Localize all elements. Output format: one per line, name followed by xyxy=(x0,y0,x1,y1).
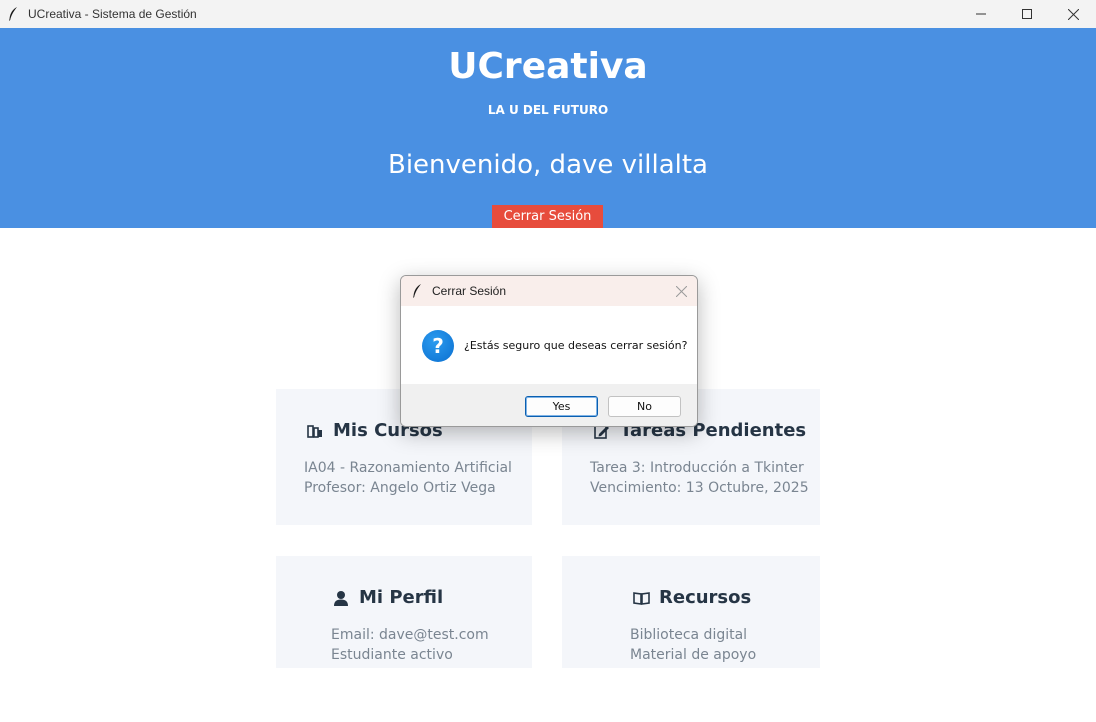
card-line: Tarea 3: Introducción a Tkinter xyxy=(590,460,804,476)
welcome-message: Bienvenido, dave villalta xyxy=(388,150,708,180)
books-icon xyxy=(306,422,324,440)
card-line: Biblioteca digital xyxy=(630,627,748,643)
card-line: Material de apoyo xyxy=(630,647,757,663)
dialog-titlebar: Cerrar Sesión xyxy=(401,276,697,306)
card-line: Vencimiento: 13 Octubre, 2025 xyxy=(590,480,809,496)
maximize-icon xyxy=(1022,9,1032,19)
feather-icon xyxy=(8,7,20,21)
yes-button[interactable]: Yes xyxy=(525,396,598,417)
minimize-button[interactable] xyxy=(958,0,1004,28)
card-title: Recursos xyxy=(632,587,751,608)
card-line: Estudiante activo xyxy=(331,647,453,663)
dialog-footer: Yes No xyxy=(401,384,697,426)
card-title: Mi Perfil xyxy=(332,587,443,608)
card-recursos[interactable]: Recursos Biblioteca digital Material de … xyxy=(562,556,820,668)
dialog-close-button[interactable] xyxy=(673,283,689,299)
card-title-text: Mi Perfil xyxy=(359,587,444,608)
window-controls xyxy=(958,0,1096,28)
feather-icon xyxy=(412,284,424,298)
brand-title: UCreativa xyxy=(448,46,648,87)
window-title: UCreativa - Sistema de Gestión xyxy=(28,7,197,21)
card-mi-perfil[interactable]: Mi Perfil Email: dave@test.com Estudiant… xyxy=(276,556,532,668)
dialog-message: ¿Estás seguro que deseas cerrar sesión? xyxy=(464,339,688,352)
logout-button[interactable]: Cerrar Sesión xyxy=(492,205,603,228)
close-window-button[interactable] xyxy=(1050,0,1096,28)
no-button[interactable]: No xyxy=(608,396,681,417)
card-title-text: Recursos xyxy=(659,587,752,608)
dialog-body: ? ¿Estás seguro que deseas cerrar sesión… xyxy=(401,306,697,384)
close-icon xyxy=(1067,8,1079,20)
window-titlebar: UCreativa - Sistema de Gestión xyxy=(0,0,1096,28)
minimize-icon xyxy=(976,13,986,15)
open-book-icon xyxy=(632,589,650,607)
user-icon xyxy=(332,589,350,607)
close-icon xyxy=(675,285,687,297)
app-header: UCreativa LA U DEL FUTURO Bienvenido, da… xyxy=(0,28,1096,228)
card-line: IA04 - Razonamiento Artificial xyxy=(304,460,512,476)
logout-confirm-dialog: Cerrar Sesión ? ¿Estás seguro que deseas… xyxy=(400,275,698,427)
card-line: Profesor: Angelo Ortiz Vega xyxy=(304,480,496,496)
maximize-button[interactable] xyxy=(1004,0,1050,28)
brand-tagline: LA U DEL FUTURO xyxy=(487,103,609,117)
dialog-title: Cerrar Sesión xyxy=(432,284,507,298)
card-line: Email: dave@test.com xyxy=(331,627,489,643)
question-icon: ? xyxy=(422,330,454,362)
